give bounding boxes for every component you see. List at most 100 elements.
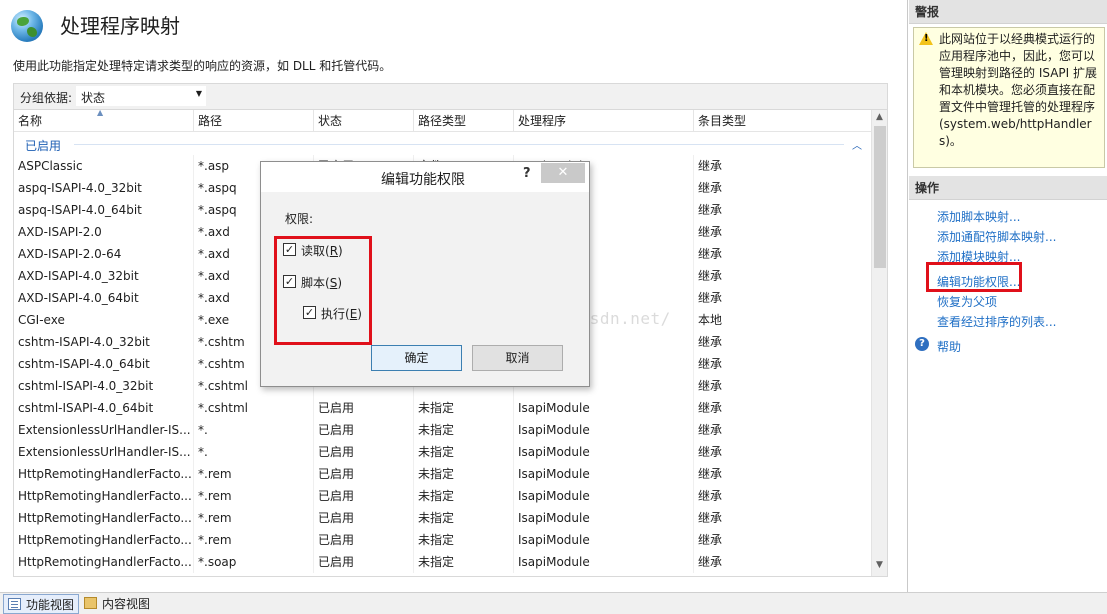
cell-entry-type: 继承	[698, 379, 723, 393]
column-header-entry-type[interactable]: 条目类型	[694, 110, 871, 132]
warning-mark: !	[924, 33, 929, 44]
add-script-map-link[interactable]: 添加脚本映射...	[937, 208, 1020, 225]
table-row[interactable]: HttpRemotingHandlerFacto... *.rem 已启用 未指定 Is…	[14, 485, 871, 507]
cell-handler: IsapiModule	[514, 463, 694, 485]
cell-handler: IsapiModule	[514, 551, 694, 573]
cell-entry-type: 本地	[698, 313, 723, 327]
cancel-button[interactable]: 取消	[472, 345, 563, 371]
cell-name: cshtm-ISAPI-4.0_64bit	[14, 353, 194, 375]
cell-state: 已启用	[314, 551, 414, 573]
cell-path-type: 未指定	[414, 485, 514, 507]
help-link[interactable]: 帮助	[937, 338, 961, 355]
scrollbar-thumb[interactable]	[874, 126, 886, 268]
cell-name: cshtml-ISAPI-4.0_32bit	[14, 375, 194, 397]
right-panel: 警报 ! 此网站位于以经典模式运行的应用程序池中，因此，您可以管理映射到路径的 …	[909, 0, 1107, 592]
cell-name: HttpRemotingHandlerFacto...	[14, 529, 194, 551]
cell-entry-type: 继承	[698, 247, 723, 261]
scroll-up-arrow-icon[interactable]: ▲	[876, 112, 883, 122]
table-row[interactable]: HttpRemotingHandlerFacto... *.rem 已启用 未指定 Is…	[14, 507, 871, 529]
table-row[interactable]: ExtensionlessUrlHandler-IS... *. 已启用 未指定 Isa…	[14, 419, 871, 441]
view-ordered-list-link[interactable]: 查看经过排序的列表...	[937, 313, 1056, 330]
table-row[interactable]: ExtensionlessUrlHandler-IS... *. 已启用 未指定 Isa…	[14, 441, 871, 463]
table-row[interactable]: HttpRemotingHandlerFacto... *.rem 已启用 未指定 Is…	[14, 463, 871, 485]
tab-features-view[interactable]: 功能视图	[3, 594, 80, 614]
permissions-highlight-box	[274, 236, 372, 345]
add-wildcard-script-map-link[interactable]: 添加通配符脚本映射...	[937, 228, 1056, 245]
cell-handler: IsapiModule	[514, 529, 694, 551]
cell-path-type: 未指定	[414, 551, 514, 573]
group-by-label: 分组依据:	[20, 91, 73, 105]
column-header-handler[interactable]: 处理程序	[514, 110, 694, 132]
features-view-icon	[8, 598, 21, 610]
permissions-label: 权限:	[285, 212, 314, 226]
help-icon[interactable]: ?	[523, 166, 531, 181]
edit-feature-permissions-dialog: 编辑功能权限 ? ✕ 权限: ✓ 读取(R) ✓ 脚本(S) ✓ 执行(E) 确…	[260, 161, 590, 387]
cell-path: *.rem	[194, 463, 314, 485]
actions-header: 操作	[909, 176, 1107, 200]
vertical-scrollbar[interactable]: ▲ ▼	[871, 110, 887, 576]
dialog-title: 编辑功能权限	[381, 172, 465, 188]
cell-entry-type: 继承	[698, 555, 723, 569]
cell-entry-type: 继承	[698, 467, 723, 481]
tab-content-view[interactable]: 内容视图	[80, 594, 154, 614]
revert-to-parent-link[interactable]: 恢复为父项	[937, 293, 997, 310]
cell-path-type: 未指定	[414, 463, 514, 485]
cell-entry-type: 继承	[698, 489, 723, 503]
column-header-path[interactable]: 路径	[194, 110, 314, 132]
table-row[interactable]: HttpRemotingHandlerFacto... *.soap 已启用 未指定 I…	[14, 551, 871, 573]
ok-button[interactable]: 确定	[371, 345, 462, 371]
cell-state: 已启用	[314, 463, 414, 485]
group-by-value: 状态	[81, 91, 106, 105]
group-by-select[interactable]: 状态 ▼	[76, 86, 206, 106]
scroll-down-arrow-icon[interactable]: ▼	[876, 560, 883, 570]
cell-handler: IsapiModule	[514, 419, 694, 441]
table-row[interactable]: HttpRemotingHandlerFacto... *.rem 已启用 未指定 Is…	[14, 529, 871, 551]
cell-path: *.cshtml	[194, 397, 314, 419]
cell-entry-type: 继承	[698, 269, 723, 283]
cell-name: ExtensionlessUrlHandler-IS...	[14, 441, 194, 463]
tab-features-view-label: 功能视图	[26, 598, 75, 612]
group-by-bar: 分组依据: 状态 ▼	[13, 83, 888, 109]
cell-state: 已启用	[314, 397, 414, 419]
cell-name: CGI-exe	[14, 309, 194, 331]
cell-entry-type: 继承	[698, 203, 723, 217]
cell-handler: IsapiModule	[514, 507, 694, 529]
edit-permissions-highlight-box	[926, 262, 1022, 292]
cell-name: cshtml-ISAPI-4.0_64bit	[14, 397, 194, 419]
table-row[interactable]: cshtml-ISAPI-4.0_64bit *.cshtml 已启用 未指定 Isap…	[14, 397, 871, 419]
cell-path-type: 未指定	[414, 507, 514, 529]
group-divider	[74, 144, 844, 145]
column-header-state[interactable]: 状态	[314, 110, 414, 132]
cell-entry-type: 继承	[698, 291, 723, 305]
tab-content-view-label: 内容视图	[102, 597, 151, 611]
cell-handler: IsapiModule	[514, 485, 694, 507]
chevron-up-icon[interactable]: ︿	[852, 137, 862, 152]
table-header: 名称 ▲ 路径 状态 路径类型 处理程序 条目类型	[14, 110, 871, 132]
cell-name: HttpRemotingHandlerFacto...	[14, 463, 194, 485]
alert-text: 此网站位于以经典模式运行的应用程序池中，因此，您可以管理映射到路径的 ISAPI…	[939, 32, 1097, 148]
cell-name: ExtensionlessUrlHandler-IS...	[14, 419, 194, 441]
cell-name: AXD-ISAPI-2.0	[14, 221, 194, 243]
cell-state: 已启用	[314, 529, 414, 551]
cell-entry-type: 继承	[698, 511, 723, 525]
cell-path: *.	[194, 419, 314, 441]
cell-entry-type: 继承	[698, 423, 723, 437]
cell-entry-type: 继承	[698, 357, 723, 371]
dialog-titlebar[interactable]: 编辑功能权限 ? ✕	[261, 162, 589, 192]
group-header-enabled[interactable]: 已启用 ︿	[14, 133, 871, 155]
cell-entry-type: 继承	[698, 159, 723, 173]
view-tabs-bar: 功能视图 内容视图	[0, 592, 1107, 614]
chevron-down-icon: ▼	[195, 89, 202, 98]
alert-box: ! 此网站位于以经典模式运行的应用程序池中，因此，您可以管理映射到路径的 ISA…	[913, 27, 1105, 168]
column-header-name[interactable]: 名称	[14, 110, 194, 132]
cell-entry-type: 继承	[698, 335, 723, 349]
close-icon[interactable]: ✕	[541, 163, 585, 183]
main-pane: 处理程序映射 使用此功能指定处理特定请求类型的响应的资源，如 DLL 和托管代码…	[0, 0, 908, 592]
cell-path: *.soap	[194, 551, 314, 573]
cell-state: 已启用	[314, 441, 414, 463]
globe-icon	[11, 10, 43, 42]
cell-state: 已启用	[314, 507, 414, 529]
help-icon: ?	[915, 337, 929, 351]
column-header-path-type[interactable]: 路径类型	[414, 110, 514, 132]
cell-path: *.	[194, 441, 314, 463]
